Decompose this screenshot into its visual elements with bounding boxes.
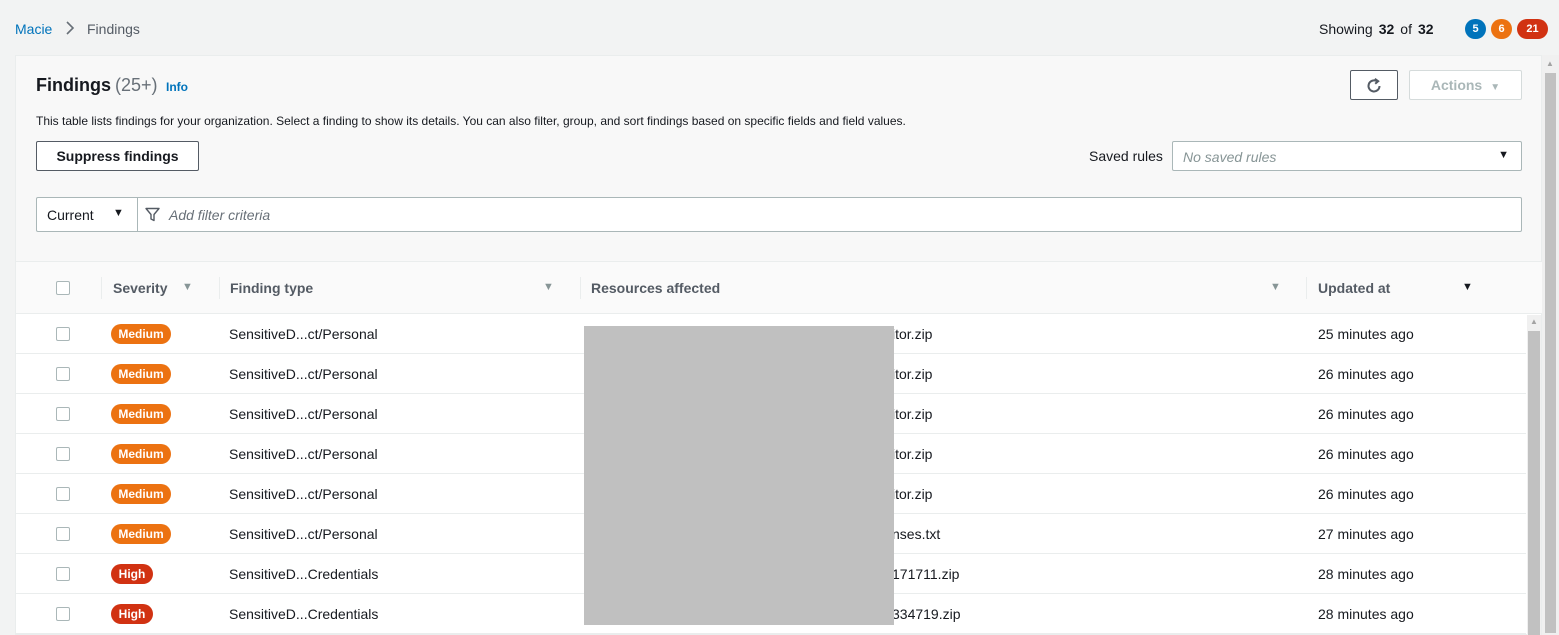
refresh-icon [1365,77,1383,93]
column-header-finding-type[interactable]: Finding type [230,280,313,296]
column-divider [580,277,581,299]
sort-caret-icon[interactable]: ▼ [1270,281,1281,293]
of-label: of [1400,21,1412,37]
column-divider [101,277,102,299]
medium-severity-count-badge: 6 [1491,19,1512,39]
redacted-region [584,326,894,625]
sort-caret-icon[interactable]: ▼ [182,281,193,293]
finding-type[interactable]: SensitiveD...ct/Personal [229,326,378,342]
showing-label: Showing [1319,21,1373,37]
actions-button[interactable]: Actions ▼ [1409,70,1522,100]
column-divider [1306,277,1307,299]
actions-label: Actions [1430,77,1483,93]
high-severity-count-badge: 21 [1517,19,1548,39]
page-title: Findings (25+) [36,75,158,96]
row-checkbox[interactable] [56,487,70,501]
resource-affected: itor.zip [892,486,933,502]
select-all-checkbox[interactable] [56,281,70,295]
row-checkbox[interactable] [56,327,70,341]
shown-count: 32 [1378,21,1395,37]
severity-badge: Medium [111,364,171,384]
caret-down-icon: ▼ [1490,82,1501,93]
column-header-resources-affected[interactable]: Resources affected [591,280,720,296]
updated-at: 26 minutes ago [1318,406,1414,422]
severity-badge: Medium [111,444,171,464]
total-count: 32 [1417,21,1434,37]
resource-affected: itor.zip [892,406,933,422]
breadcrumb-macie-link[interactable]: Macie [15,21,52,37]
updated-at: 26 minutes ago [1318,366,1414,382]
scroll-up-arrow-icon[interactable]: ▲ [1530,317,1538,326]
showing-summary: Showing 32 of 32 [1319,21,1440,37]
updated-at: 28 minutes ago [1318,566,1414,582]
updated-at: 26 minutes ago [1318,446,1414,462]
suppress-findings-button[interactable]: Suppress findings [36,141,199,171]
caret-down-icon: ▼ [1498,149,1509,161]
scroll-up-arrow-icon[interactable]: ▲ [1546,59,1554,68]
severity-badge: Medium [111,404,171,424]
resource-affected: itor.zip [892,366,933,382]
finding-type[interactable]: SensitiveD...Credentials [229,606,378,622]
resource-affected: 334719.zip [892,606,961,622]
updated-at: 28 minutes ago [1318,606,1414,622]
row-checkbox[interactable] [56,367,70,381]
filter-icon [145,207,160,222]
page-scrollbar[interactable]: ▲ [1542,55,1559,635]
sort-caret-icon[interactable]: ▼ [543,281,554,293]
filter-bar: Current ▼ Add filter criteria [36,197,1522,232]
row-checkbox[interactable] [56,607,70,621]
resource-affected: nses.txt [892,526,941,542]
finding-type[interactable]: SensitiveD...Credentials [229,566,378,582]
finding-type[interactable]: SensitiveD...ct/Personal [229,366,378,382]
saved-rules-placeholder: No saved rules [1183,149,1277,165]
finding-type[interactable]: SensitiveD...ct/Personal [229,406,378,422]
filter-scope-select[interactable]: Current ▼ [37,198,138,231]
severity-badge: Medium [111,524,171,544]
low-severity-count-badge: 5 [1465,19,1486,39]
row-checkbox[interactable] [56,567,70,581]
resource-affected: 171711.zip [892,566,960,582]
top-bar: Macie Findings Showing 32 of 32 5 6 21 [0,0,1559,55]
page-title-text: Findings [36,75,111,95]
saved-rules-select[interactable]: No saved rules ▼ [1172,141,1522,171]
row-checkbox[interactable] [56,407,70,421]
refresh-button[interactable] [1350,70,1398,100]
severity-badge: High [111,604,153,624]
row-checkbox[interactable] [56,527,70,541]
finding-type[interactable]: SensitiveD...ct/Personal [229,446,378,462]
page-scrollbar-thumb[interactable] [1545,73,1556,633]
finding-type[interactable]: SensitiveD...ct/Personal [229,526,378,542]
column-header-severity[interactable]: Severity [113,280,167,296]
filter-criteria-input[interactable]: Add filter criteria [169,207,270,223]
severity-badge: Medium [111,484,171,504]
sort-caret-icon[interactable]: ▼ [1462,281,1473,293]
caret-down-icon: ▼ [113,207,124,219]
severity-badge: High [111,564,153,584]
table-scrollbar[interactable]: ▲ [1527,315,1541,635]
findings-count: (25+) [115,75,158,95]
severity-badge: Medium [111,324,171,344]
filter-scope-value: Current [47,207,94,223]
findings-table: Severity ▼ Finding type ▼ Resources affe… [15,261,1543,635]
table-scrollbar-thumb[interactable] [1528,331,1540,635]
updated-at: 26 minutes ago [1318,486,1414,502]
chevron-right-icon [64,21,76,38]
column-divider [219,277,220,299]
page-description: This table lists findings for your organ… [36,114,906,128]
updated-at: 25 minutes ago [1318,326,1414,342]
breadcrumb-current: Findings [87,21,140,37]
row-checkbox[interactable] [56,447,70,461]
table-header: Severity ▼ Finding type ▼ Resources affe… [16,262,1543,314]
column-header-updated-at[interactable]: Updated at [1318,280,1390,296]
resource-affected: itor.zip [892,446,933,462]
finding-type[interactable]: SensitiveD...ct/Personal [229,486,378,502]
info-link[interactable]: Info [166,80,188,94]
updated-at: 27 minutes ago [1318,526,1414,542]
findings-header-panel: Findings (25+) Info This table lists find… [15,55,1542,261]
resource-affected: itor.zip [892,326,933,342]
saved-rules-label: Saved rules [1089,148,1163,164]
